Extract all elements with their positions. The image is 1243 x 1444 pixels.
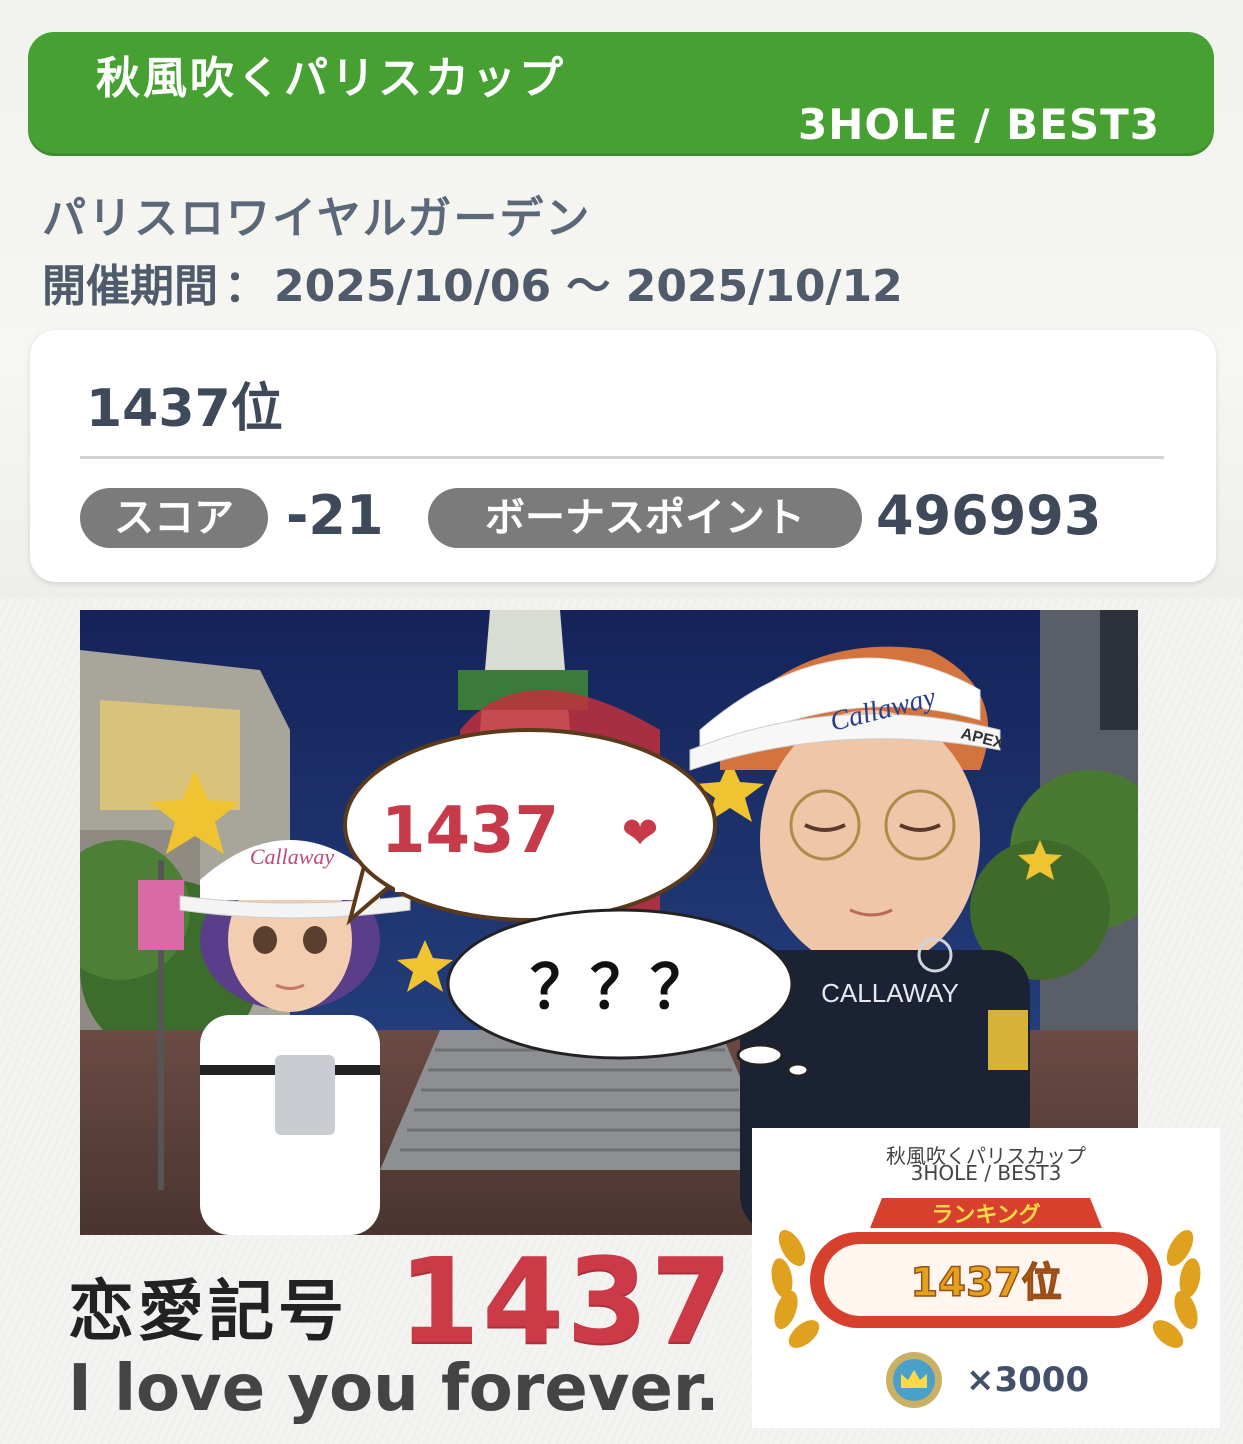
speech-bubble: 1437 ❤: [343, 728, 717, 926]
banner: [138, 880, 184, 950]
period-value: 2025/10/06 ～ 2025/10/12: [274, 261, 903, 312]
score-value: -21: [286, 484, 384, 547]
shirt-logo: CALLAWAY: [821, 978, 959, 1008]
right-building-windows: [1100, 610, 1138, 730]
coin-count: ×3000: [966, 1360, 1090, 1400]
course-name: パリスロワイヤルガーデン: [42, 193, 592, 244]
reward-panel: 秋風吹くパリスカップ 3HOLE / BEST3 ランキング 1437位 ×30…: [752, 1128, 1220, 1428]
reward-rank: 1437位: [910, 1260, 1061, 1306]
heart-icon: ❤: [622, 808, 659, 859]
speech-number: 1437: [381, 794, 559, 868]
event-period: 開催期間： 2025/10/06 ～ 2025/10/12: [42, 250, 903, 314]
period-separator: ：: [224, 261, 268, 312]
bonus-label-pill: ボーナスポイント: [428, 488, 862, 548]
love-symbol-label: 恋愛記号: [68, 1273, 348, 1350]
love-message: I love you forever.: [68, 1352, 720, 1426]
score-label-pill: スコア: [80, 488, 268, 548]
divider: [80, 456, 1164, 459]
building-window: [100, 700, 240, 810]
rank-value: 1437位: [86, 379, 283, 439]
result-card: 1437位 スコア -21 ボーナスポイント 496993: [30, 330, 1216, 582]
cup-format: 3HOLE / BEST3: [798, 100, 1160, 149]
period-label: 開催期間: [42, 261, 218, 312]
cup-header: 秋風吹くパリスカップ 3HOLE / BEST3: [28, 32, 1214, 156]
bonus-value: 496993: [876, 484, 1102, 547]
visor-logo-left: Callaway: [250, 844, 335, 869]
thought-text: ？？？: [530, 953, 710, 1023]
ranking-label: ランキング: [931, 1202, 1040, 1228]
love-number: 1437: [398, 1232, 735, 1370]
cup-title: 秋風吹くパリスカップ: [96, 53, 566, 104]
